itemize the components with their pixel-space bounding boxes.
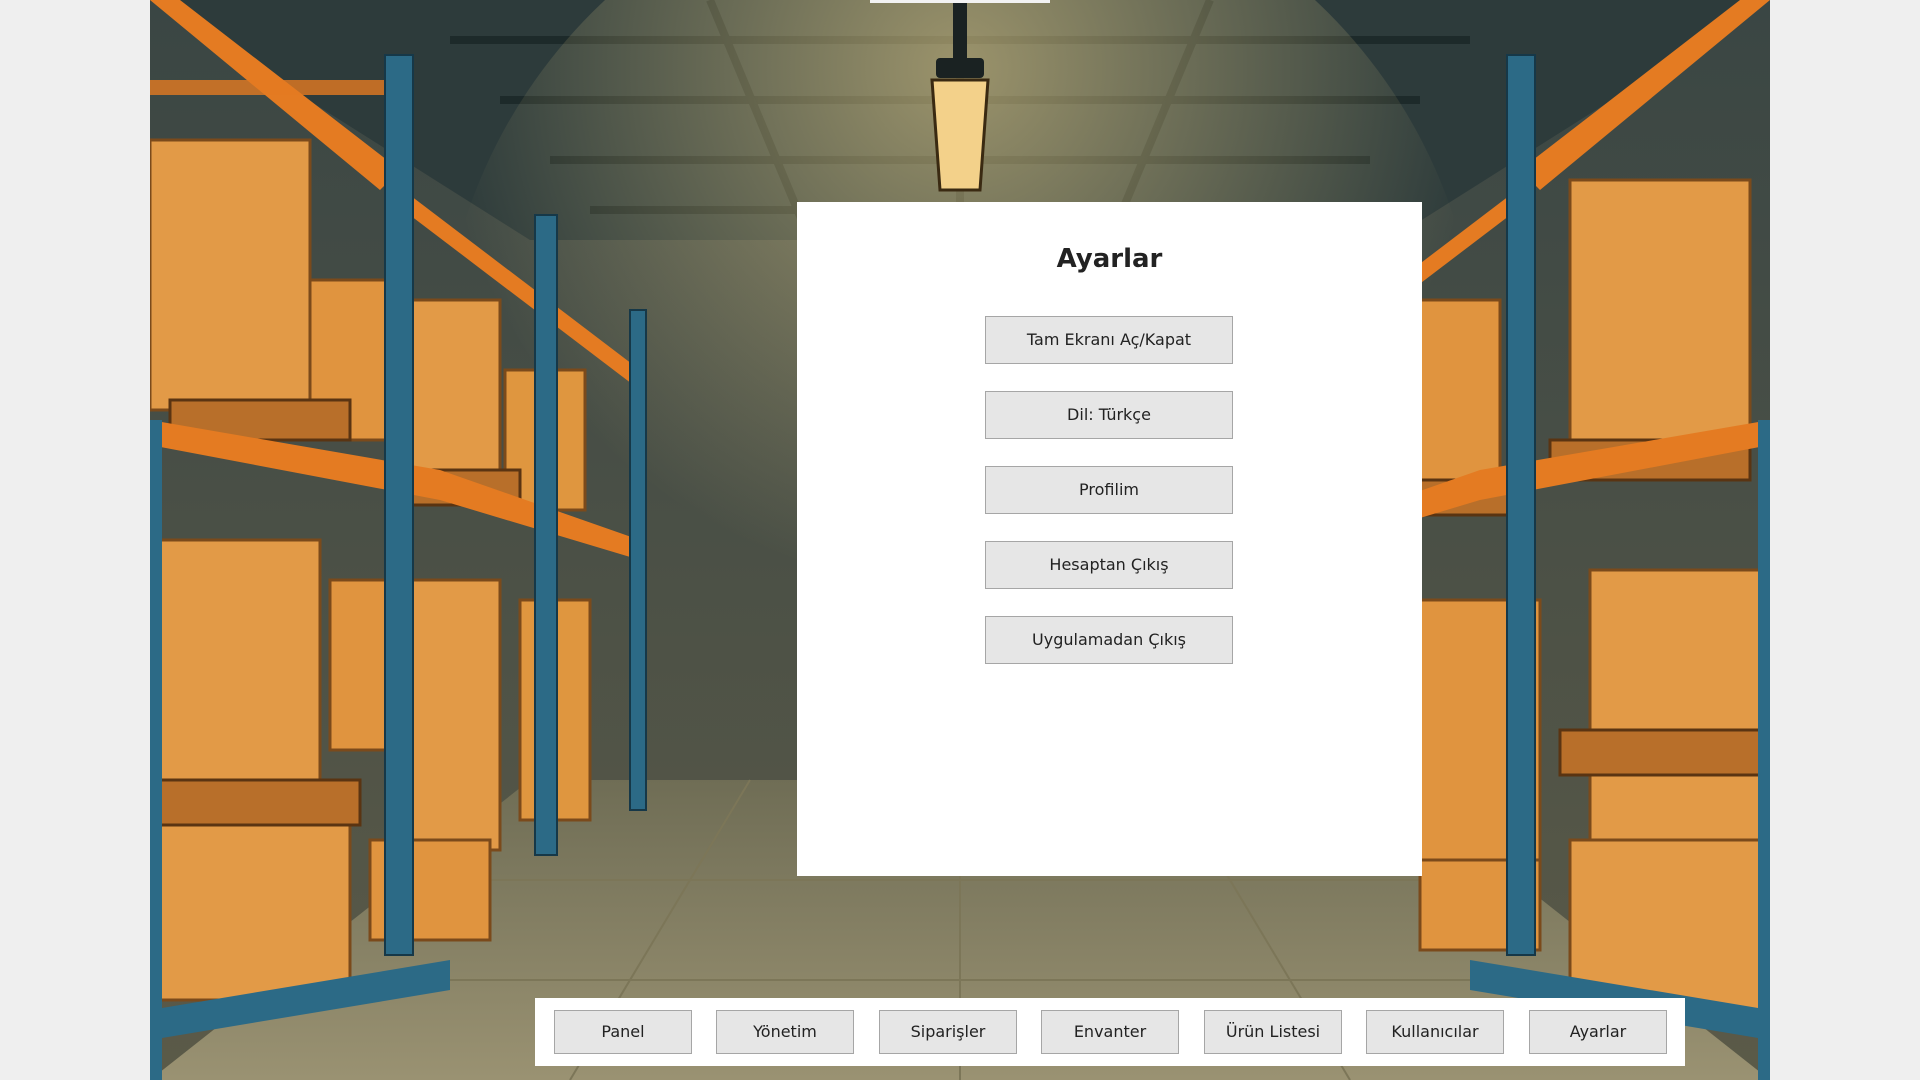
settings-panel: Ayarlar Tam Ekranı Aç/Kapat Dil: Türkçe … [797,202,1422,876]
nav-users-button[interactable]: Kullanıcılar [1366,1010,1504,1054]
bottom-nav-bar: Panel Yönetim Siparişler Envanter Ürün L… [535,998,1685,1066]
nav-management-button[interactable]: Yönetim [716,1010,854,1054]
toggle-fullscreen-button[interactable]: Tam Ekranı Aç/Kapat [985,316,1233,364]
nav-inventory-button[interactable]: Envanter [1041,1010,1179,1054]
nav-panel-button[interactable]: Panel [554,1010,692,1054]
app-stage: Ayarlar Tam Ekranı Aç/Kapat Dil: Türkçe … [150,0,1770,1080]
nav-orders-button[interactable]: Siparişler [879,1010,1017,1054]
exit-app-button[interactable]: Uygulamadan Çıkış [985,616,1233,664]
logout-button[interactable]: Hesaptan Çıkış [985,541,1233,589]
language-button[interactable]: Dil: Türkçe [985,391,1233,439]
settings-title: Ayarlar [1056,244,1163,274]
nav-product-list-button[interactable]: Ürün Listesi [1204,1010,1342,1054]
nav-settings-button[interactable]: Ayarlar [1529,1010,1667,1054]
my-profile-button[interactable]: Profilim [985,466,1233,514]
